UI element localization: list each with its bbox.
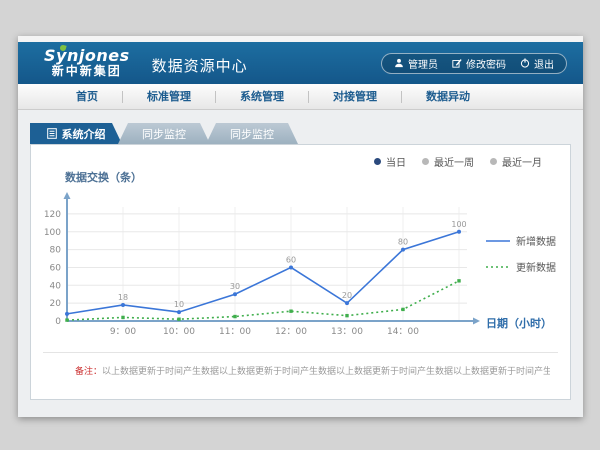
app-window: Synjones 新中新集团 数据资源中心 管理员 修改密码: [18, 36, 583, 417]
user-icon: [394, 58, 404, 68]
nav-item-2[interactable]: 系统管理: [216, 84, 308, 110]
svg-text:80: 80: [50, 246, 62, 256]
svg-text:120: 120: [44, 210, 61, 220]
svg-text:40: 40: [50, 281, 62, 291]
nav-item-4[interactable]: 数据异动: [402, 84, 494, 110]
chart-svg: 0 20 40 60 80 100 120 9：00 10：00 11：00 12：00 13：00 1…: [37, 187, 489, 339]
logout-button[interactable]: 退出: [520, 56, 554, 71]
svg-text:13：00: 13：00: [331, 327, 363, 337]
note-text: 以上数据更新于时间产生数据以上数据更新于时间产生数据以上数据更新于时间产生数据以…: [102, 367, 550, 377]
svg-text:100: 100: [44, 228, 61, 238]
panel-divider: [43, 352, 558, 353]
time-range-selector: 当日 最近一周 最近一月: [374, 154, 542, 169]
legend-item-1: 更新数据: [486, 259, 556, 274]
page-title: 数据资源中心: [152, 51, 248, 76]
legend-line-sample: [486, 237, 510, 245]
x-axis-title: 日期（小时）: [486, 315, 552, 331]
svg-text:12：00: 12：00: [275, 327, 307, 337]
range-option-label: 最近一周: [434, 154, 474, 169]
range-option-label: 最近一月: [502, 154, 542, 169]
legend-label: 更新数据: [516, 259, 556, 274]
tab-bar: 系统介绍 同步监控 同步监控: [30, 123, 571, 144]
y-axis-title: 数据交换（条）: [65, 169, 142, 185]
footer-note: 备注：以上数据更新于时间产生数据以上数据更新于时间产生数据以上数据更新于时间产生…: [75, 364, 550, 377]
svg-text:10：00: 10：00: [163, 327, 195, 337]
logo-company-name: 新中新集团: [44, 65, 130, 78]
note-prefix: 备注：: [75, 367, 102, 377]
range-option-2[interactable]: 最近一月: [490, 154, 542, 169]
svg-text:20: 20: [342, 291, 352, 300]
company-logo: Synjones 新中新集团: [44, 48, 130, 77]
nav-menu: 首页标准管理系统管理对接管理数据异动: [18, 84, 583, 110]
nav-item-0[interactable]: 首页: [52, 84, 122, 110]
tab-2[interactable]: 同步监控: [206, 123, 298, 144]
svg-text:11：00: 11：00: [219, 327, 251, 337]
legend-item-0: 新增数据: [486, 233, 556, 248]
chart-container: 0 20 40 60 80 100 120 9：00 10：00 11：00 12：00 13：00 1…: [37, 187, 489, 343]
user-menu: 管理员 修改密码 退出: [381, 53, 567, 74]
radio-icon: [490, 158, 497, 165]
svg-text:100: 100: [451, 220, 466, 229]
logo-brand-text: Synjones: [44, 48, 130, 65]
nav-item-3[interactable]: 对接管理: [309, 84, 401, 110]
svg-text:20: 20: [50, 299, 62, 309]
range-option-0[interactable]: 当日: [374, 154, 406, 169]
svg-text:14：00: 14：00: [387, 327, 419, 337]
nav-item-1[interactable]: 标准管理: [123, 84, 215, 110]
svg-text:18: 18: [118, 293, 128, 302]
svg-text:80: 80: [398, 238, 408, 247]
range-option-1[interactable]: 最近一周: [422, 154, 474, 169]
edit-icon: [452, 58, 462, 68]
range-option-label: 当日: [386, 154, 406, 169]
svg-text:10: 10: [174, 300, 184, 309]
app-header: Synjones 新中新集团 数据资源中心 管理员 修改密码: [18, 42, 583, 84]
tab-1[interactable]: 同步监控: [118, 123, 210, 144]
tab-label: 同步监控: [230, 126, 274, 142]
svg-text:60: 60: [286, 255, 296, 264]
svg-text:9：00: 9：00: [110, 327, 136, 337]
svg-text:0: 0: [55, 317, 61, 327]
legend-line-sample: [486, 263, 510, 271]
doc-icon: [47, 128, 57, 139]
tab-0[interactable]: 系统介绍: [30, 123, 122, 144]
series-legend: 新增数据更新数据: [486, 233, 556, 274]
change-password-button[interactable]: 修改密码: [452, 56, 506, 71]
tab-label: 同步监控: [142, 126, 186, 142]
main-panel: 当日 最近一周 最近一月 数据交换（条） 0 20 40 60 80 100 120 9：00 10…: [30, 144, 571, 400]
content-area: 系统介绍 同步监控 同步监控 当日 最近一周 最近一月 数据交换（条） 0 20 40 60 8…: [18, 110, 583, 417]
legend-label: 新增数据: [516, 233, 556, 248]
admin-user-button[interactable]: 管理员: [394, 56, 438, 71]
svg-text:60: 60: [50, 263, 62, 273]
power-icon: [520, 58, 530, 68]
svg-text:30: 30: [230, 282, 240, 291]
radio-selected-icon: [374, 158, 381, 165]
tab-label: 系统介绍: [62, 126, 106, 142]
radio-icon: [422, 158, 429, 165]
